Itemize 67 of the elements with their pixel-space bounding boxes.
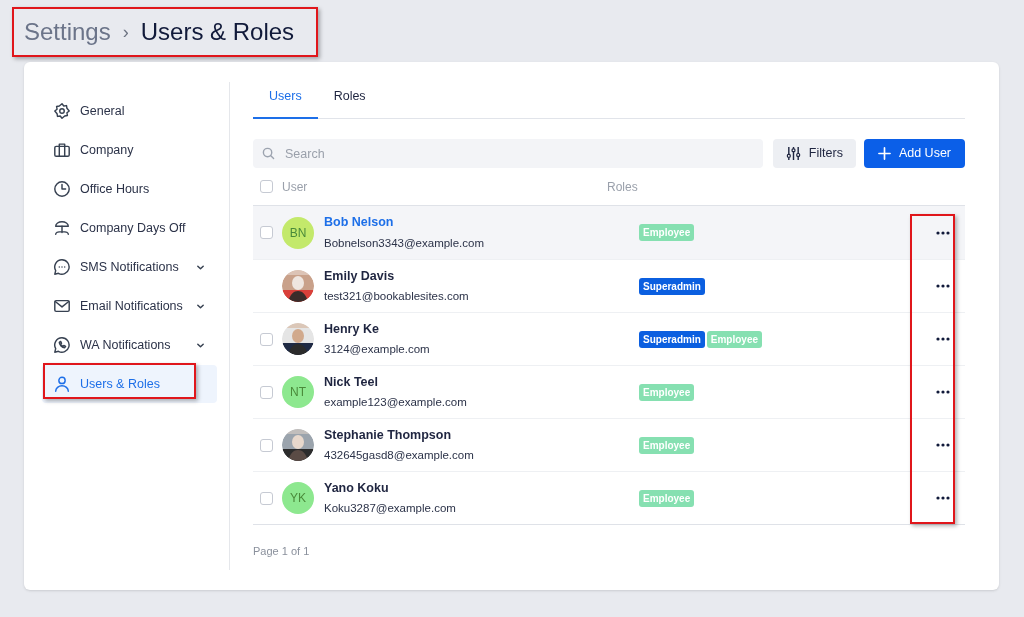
phone-chat-icon bbox=[53, 336, 71, 354]
user-email: Koku3287@example.com bbox=[324, 501, 457, 517]
more-icon bbox=[936, 390, 950, 394]
checkbox[interactable] bbox=[260, 180, 273, 193]
sidebar-item[interactable]: Users & Roles bbox=[42, 365, 217, 403]
user-email: example123@example.com bbox=[324, 395, 468, 411]
tab[interactable]: Roles bbox=[317, 87, 382, 119]
pagination-text: Page 1 of 1 bbox=[253, 544, 311, 559]
breadcrumb-link[interactable]: Settings bbox=[24, 14, 111, 50]
sidebar-item[interactable]: Email Notifications bbox=[42, 287, 217, 325]
checkbox[interactable] bbox=[260, 385, 273, 399]
sidebar-item[interactable]: SMS Notifications bbox=[42, 248, 217, 286]
chevron-down-icon bbox=[196, 301, 205, 311]
chevron-down-icon bbox=[196, 262, 205, 272]
briefcase-icon bbox=[53, 141, 71, 159]
tab[interactable]: Users bbox=[253, 87, 318, 119]
sidebar-item[interactable]: Office Hours bbox=[42, 170, 217, 208]
beach-umbrella-icon bbox=[53, 219, 71, 237]
sidebar-item[interactable]: Company bbox=[42, 131, 217, 169]
checkbox[interactable] bbox=[260, 226, 273, 239]
more-icon bbox=[936, 337, 950, 341]
sidebar-item[interactable]: General bbox=[42, 92, 217, 130]
mail-icon bbox=[53, 297, 71, 315]
avatar: BN bbox=[282, 216, 314, 249]
more-icon bbox=[936, 284, 950, 288]
avatar: YK bbox=[282, 482, 314, 514]
more-icon bbox=[936, 443, 950, 447]
user-icon bbox=[53, 375, 71, 393]
chat-bubble-icon bbox=[53, 258, 71, 276]
user-email: test321@bookablesites.com bbox=[324, 289, 470, 305]
breadcrumb-separator: › bbox=[122, 20, 129, 44]
user-name[interactable]: Yano Koku bbox=[324, 478, 639, 498]
user-email: 3124@example.com bbox=[324, 342, 431, 358]
search-icon bbox=[262, 147, 275, 160]
user-name[interactable]: Henry Ke bbox=[324, 319, 639, 339]
sidebar-item[interactable]: WA Notifications bbox=[42, 326, 217, 364]
checkbox[interactable] bbox=[260, 332, 273, 346]
role-tag: Superadmin bbox=[639, 330, 705, 348]
user-name[interactable]: Bob Nelson bbox=[324, 213, 639, 232]
gear-icon bbox=[53, 102, 71, 120]
user-email: 432645gasd8@example.com bbox=[324, 448, 475, 464]
column-header: Roles bbox=[607, 178, 638, 196]
plus-icon bbox=[877, 147, 891, 160]
column-header: User bbox=[282, 178, 309, 196]
sliders-icon bbox=[785, 146, 801, 161]
add-user-button[interactable]: Add User bbox=[863, 139, 965, 168]
user-email: Bobnelson3343@example.com bbox=[324, 235, 485, 251]
role-tag: Employee bbox=[639, 224, 695, 241]
role-tag: Employee bbox=[639, 489, 695, 507]
checkbox[interactable] bbox=[260, 438, 273, 452]
sidebar-item[interactable]: Company Days Off bbox=[42, 209, 217, 247]
user-name[interactable]: Stephanie Thompson bbox=[324, 425, 639, 445]
role-tag: Employee bbox=[639, 436, 695, 454]
chevron-down-icon bbox=[196, 340, 205, 350]
role-tag: Employee bbox=[706, 330, 763, 348]
more-icon bbox=[936, 230, 950, 235]
checkbox[interactable] bbox=[260, 491, 273, 505]
avatar: NT bbox=[282, 376, 314, 408]
clock-icon bbox=[53, 180, 71, 198]
role-tag: Employee bbox=[639, 383, 695, 401]
page-title: Users & Roles bbox=[140, 17, 295, 47]
filters-button[interactable]: Filters bbox=[772, 139, 856, 168]
user-name[interactable]: Emily Davis bbox=[324, 266, 639, 286]
search-field[interactable]: Search bbox=[253, 139, 763, 168]
role-tag: Superadmin bbox=[639, 277, 705, 295]
user-name[interactable]: Nick Teel bbox=[324, 372, 639, 392]
more-icon bbox=[936, 496, 950, 500]
